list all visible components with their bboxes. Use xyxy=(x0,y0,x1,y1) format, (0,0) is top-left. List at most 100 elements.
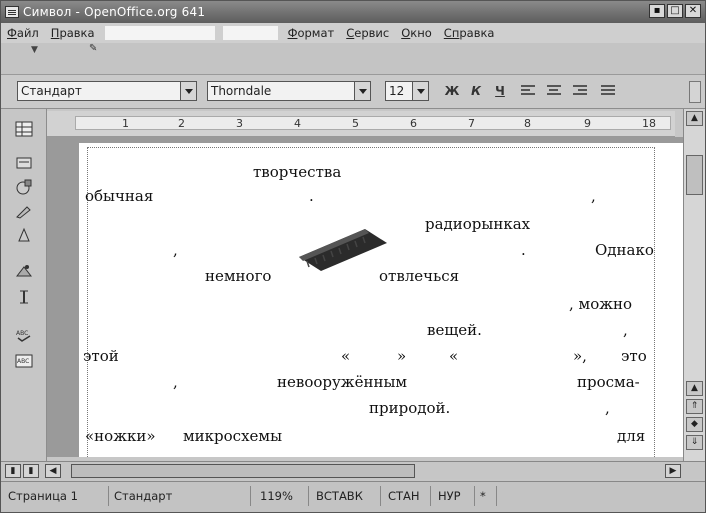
document-modified-indicator: * xyxy=(477,486,497,506)
horizontal-scroll-thumb[interactable] xyxy=(71,464,415,478)
hyperlink-mode-indicator[interactable]: НУР xyxy=(435,486,475,506)
chevron-down-icon[interactable] xyxy=(180,82,196,100)
scroll-up-button[interactable]: ▲ xyxy=(686,111,703,126)
scroll-right-button[interactable]: ▶ xyxy=(665,464,681,478)
vertical-scrollbar[interactable]: ▲ ▲ ⇑ ◆ ⇓ xyxy=(683,109,705,461)
chevron-down-icon[interactable] xyxy=(412,82,428,100)
view-layout-icon-2[interactable]: ▮ xyxy=(23,464,39,478)
document-text: для xyxy=(617,427,646,445)
insert-field-icon[interactable] xyxy=(15,155,33,171)
align-left-icon[interactable] xyxy=(521,85,535,97)
toolbar-overflow-handle[interactable] xyxy=(689,81,701,103)
text-cursor-icon[interactable] xyxy=(15,289,33,305)
align-justify-icon[interactable] xyxy=(601,85,615,97)
scroll-left-button[interactable]: ◀ xyxy=(45,464,61,478)
font-size-select[interactable]: 12 xyxy=(385,81,429,101)
main-toolbar: ABC ABC xyxy=(1,109,47,461)
menu-format[interactable]: Формат xyxy=(286,26,337,40)
document-text: . xyxy=(521,241,526,259)
align-center-icon[interactable] xyxy=(547,85,561,97)
previous-page-icon[interactable]: ⇑ xyxy=(686,399,703,414)
close-button[interactable]: ✕ xyxy=(685,4,701,18)
document-text: обычная xyxy=(85,187,154,205)
italic-button[interactable]: К xyxy=(467,82,485,100)
document-text: радиорынках xyxy=(425,215,531,233)
ruler-tick: 4 xyxy=(294,117,301,130)
navigation-icon[interactable]: ◆ xyxy=(686,417,703,432)
toolbar-chevron-icon[interactable]: ▼ xyxy=(31,45,38,55)
document-text: вещей. xyxy=(427,321,482,339)
document-text: природой. xyxy=(369,399,451,417)
horizontal-scrollbar[interactable]: ▮ ▮ ◀ ▶ xyxy=(1,461,705,479)
ruler-tick: 2 xyxy=(178,117,185,130)
document-text: немного xyxy=(205,267,272,285)
document-text: , xyxy=(173,241,178,259)
menu-tools[interactable]: Сервис xyxy=(344,26,391,40)
font-size-value: 12 xyxy=(389,84,405,98)
page-indicator[interactable]: Страница 1 xyxy=(5,486,109,506)
menu-blank-area xyxy=(104,26,215,40)
underline-button[interactable]: Ч xyxy=(491,82,509,100)
window-controls: ▪ □ ✕ xyxy=(649,4,701,18)
autospellcheck-icon[interactable]: ABC xyxy=(15,353,33,369)
navigator-icon[interactable] xyxy=(15,263,33,279)
selection-mode-indicator[interactable]: СТАН xyxy=(385,486,431,506)
status-bar: Страница 1 Стандарт 119% ВСТАВК СТАН НУР… xyxy=(1,481,705,512)
paragraph-style-value: Стандарт xyxy=(21,84,82,98)
document-text: творчества xyxy=(253,163,342,181)
view-layout-icon[interactable]: ▮ xyxy=(5,464,21,478)
document-text: невооружённым xyxy=(277,373,408,391)
edit-autotext-icon[interactable] xyxy=(15,203,33,219)
document-text: . xyxy=(309,187,314,205)
document-app-icon[interactable] xyxy=(5,6,19,18)
ruler-tick: 6 xyxy=(410,117,417,130)
application-window: Символ - OpenOffice.org 641 ▪ □ ✕ Файл П… xyxy=(0,0,706,513)
document-text: , xyxy=(173,373,178,391)
ruler-tick: 9 xyxy=(584,117,591,130)
title-bar[interactable]: Символ - OpenOffice.org 641 ▪ □ ✕ xyxy=(1,1,705,23)
formatting-toolbar: Стандарт Thorndale 12 Ж К Ч xyxy=(1,75,705,109)
form-controls-icon[interactable] xyxy=(15,227,33,243)
chevron-down-icon[interactable] xyxy=(354,82,370,100)
document-area[interactable]: творчества обычная . , радиорынках , . О… xyxy=(47,137,683,457)
vertical-scroll-thumb[interactable] xyxy=(686,155,703,195)
page-style-indicator[interactable]: Стандарт xyxy=(111,486,251,506)
ruler-tick: 1 xyxy=(122,117,129,130)
document-page[interactable]: творчества обычная . , радиорынках , . О… xyxy=(79,143,683,457)
ruler-tick: 7 xyxy=(468,117,475,130)
microchip-image[interactable] xyxy=(295,221,391,271)
next-page-icon[interactable]: ⇓ xyxy=(686,435,703,450)
menu-help[interactable]: Справка xyxy=(442,26,497,40)
menu-file[interactable]: Файл xyxy=(5,26,41,40)
font-name-select[interactable]: Thorndale xyxy=(207,81,371,101)
bold-button[interactable]: Ж xyxy=(443,82,461,100)
zoom-indicator[interactable]: 119% xyxy=(257,486,309,506)
draw-functions-icon[interactable] xyxy=(15,179,33,195)
insert-mode-indicator[interactable]: ВСТАВК xyxy=(313,486,381,506)
menu-edit[interactable]: Правка xyxy=(49,26,97,40)
menu-blank-area-2 xyxy=(222,26,278,40)
spellcheck-icon[interactable]: ABC xyxy=(15,327,33,343)
ruler-scale: 1 2 3 4 5 6 7 8 9 18 xyxy=(75,116,671,130)
document-text: отвлечься xyxy=(379,267,460,285)
pen-icon[interactable]: ✎ xyxy=(89,43,97,54)
paragraph-style-select[interactable]: Стандарт xyxy=(17,81,197,101)
menu-window[interactable]: Окно xyxy=(399,26,434,40)
align-right-icon[interactable] xyxy=(573,85,587,97)
ruler-tick: 5 xyxy=(352,117,359,130)
document-text: это xyxy=(621,347,647,365)
horizontal-ruler[interactable]: 1 2 3 4 5 6 7 8 9 18 xyxy=(47,111,675,137)
menu-bar: Файл Правка Формат Сервис Окно Справка xyxy=(1,23,705,43)
scroll-up-icon[interactable]: ▲ xyxy=(686,381,703,396)
document-text: микросхемы xyxy=(183,427,283,445)
table-icon[interactable] xyxy=(15,121,33,137)
minimize-button[interactable]: ▪ xyxy=(649,4,665,18)
document-text: Однако xyxy=(595,241,654,259)
svg-text:ABC: ABC xyxy=(17,358,29,365)
document-text: просма- xyxy=(577,373,640,391)
standard-toolbar: ▼ ✎ xyxy=(1,43,705,75)
maximize-button[interactable]: □ xyxy=(667,4,683,18)
document-text: , xyxy=(591,187,596,205)
document-text: », xyxy=(573,347,587,365)
ruler-tick: 8 xyxy=(524,117,531,130)
